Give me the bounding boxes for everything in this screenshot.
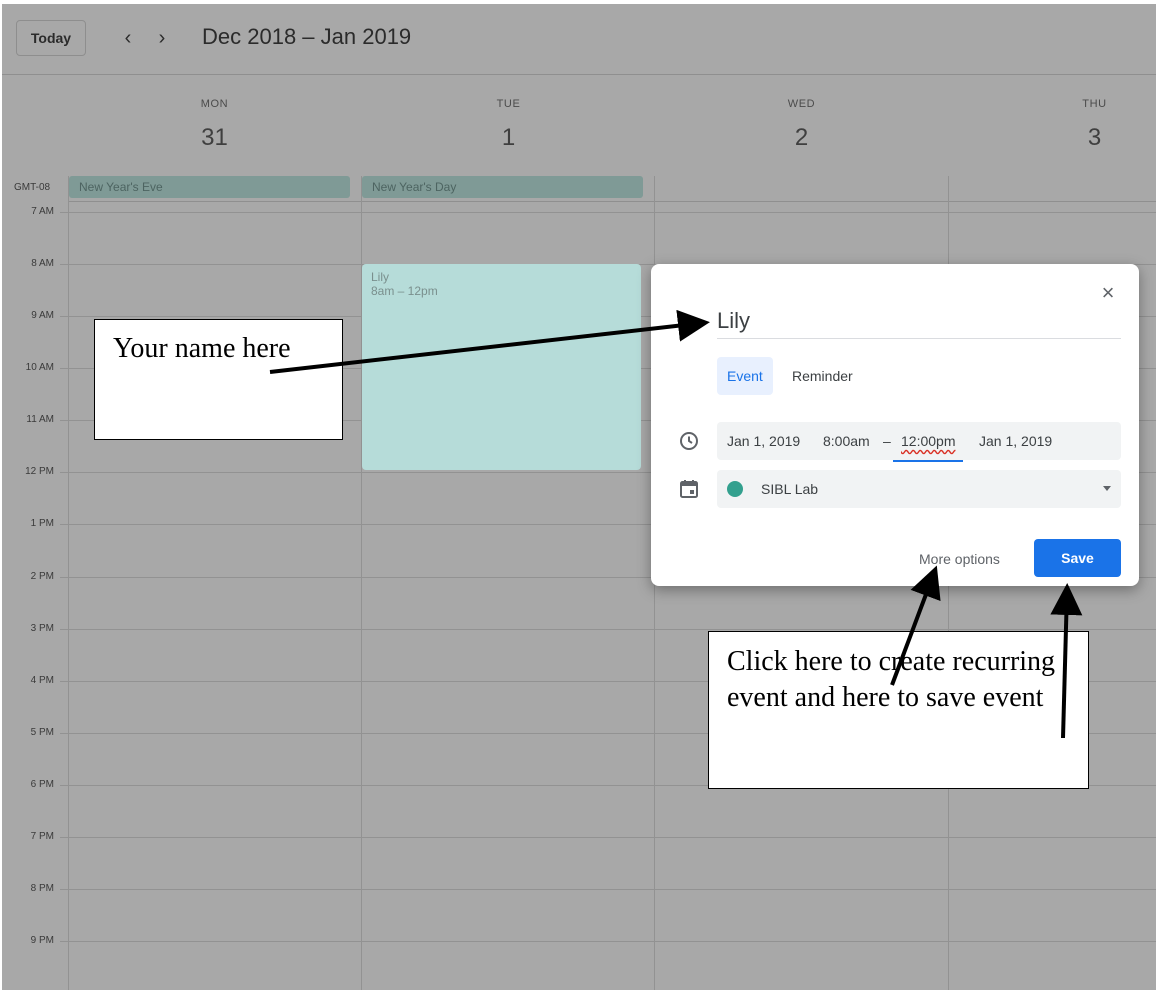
day-name: MON [200,98,229,110]
start-time-field[interactable]: 8:00am [823,422,870,460]
end-time-field[interactable]: 12:00pm [893,422,964,462]
hour-label: 4 PM [30,675,54,686]
dropdown-arrow-icon [1103,486,1111,491]
chevron-left-icon[interactable]: ‹ [116,26,140,50]
hour-label: 5 PM [30,727,54,738]
hour-label: 11 AM [26,414,54,425]
clock-icon [680,432,698,450]
today-button[interactable]: Today [16,20,86,56]
hour-label: 10 AM [25,362,54,373]
hour-label: 6 PM [30,779,54,790]
hour-label: 8 PM [30,883,54,894]
day-number[interactable]: 31 [68,124,361,152]
hour-line [60,212,1156,213]
save-annotation: Click here to create recurring event and… [708,631,1089,789]
calendar-name: SIBL Lab [761,481,819,497]
calendar-color-dot [727,481,743,497]
date-time-row: Jan 1, 2019 8:00am – 12:00pm Jan 1, 2019 [717,422,1121,462]
day-header-mon[interactable]: MON 31 [68,74,361,174]
event-time: 8am – 12pm [371,284,438,298]
all-day-event[interactable]: New Year's Eve [69,176,350,198]
timezone-label: GMT-08 [14,182,51,193]
column-divider [68,176,69,990]
day-name: WED [787,98,816,110]
save-button[interactable]: Save [1034,539,1121,577]
hour-line [60,629,1156,630]
event-quick-create-dialog: × Lily Event Reminder Jan 1, 2019 8:00am… [651,264,1139,586]
event-block[interactable]: Lily 8am – 12pm [362,264,641,470]
day-name: THU [1082,98,1107,110]
toolbar: Today ‹ › Dec 2018 – Jan 2019 [2,4,1156,75]
hour-label: 9 AM [31,310,54,321]
day-number[interactable]: 2 [655,124,948,152]
hour-label: 7 AM [31,206,54,217]
hour-line [60,941,1156,942]
chevron-right-icon[interactable]: › [150,26,174,50]
calendar-icon [680,480,698,498]
day-name: TUE [496,98,521,110]
day-header-tue[interactable]: TUE 1 [362,74,655,174]
hour-line [60,837,1156,838]
more-options-button[interactable]: More options [913,540,1006,578]
hour-label: 2 PM [30,571,54,582]
time-separator: – [883,433,891,449]
tab-event[interactable]: Event [717,357,773,395]
day-number[interactable]: 3 [948,124,1156,152]
end-date-field[interactable]: Jan 1, 2019 [979,422,1052,460]
event-title-input[interactable]: Lily [717,306,1121,339]
day-header-thu[interactable]: THU 3 [948,74,1156,174]
date-range-title: Dec 2018 – Jan 2019 [202,24,412,49]
hour-label: 12 PM [25,466,54,477]
tab-reminder[interactable]: Reminder [782,357,863,395]
hour-label: 7 PM [30,831,54,842]
close-icon[interactable]: × [1097,282,1119,304]
hour-label: 1 PM [30,518,54,529]
calendar-select[interactable]: SIBL Lab [717,470,1121,508]
all-day-divider [68,201,1156,202]
hour-label: 8 AM [31,258,54,269]
day-header-wed[interactable]: WED 2 [655,74,948,174]
hour-label: 9 PM [30,935,54,946]
event-title: Lily [371,270,390,284]
start-date-field[interactable]: Jan 1, 2019 [727,422,800,460]
name-annotation: Your name here [94,319,343,440]
hour-label: 3 PM [30,623,54,634]
day-number[interactable]: 1 [362,124,655,152]
hour-line [60,889,1156,890]
all-day-event[interactable]: New Year's Day [362,176,643,198]
